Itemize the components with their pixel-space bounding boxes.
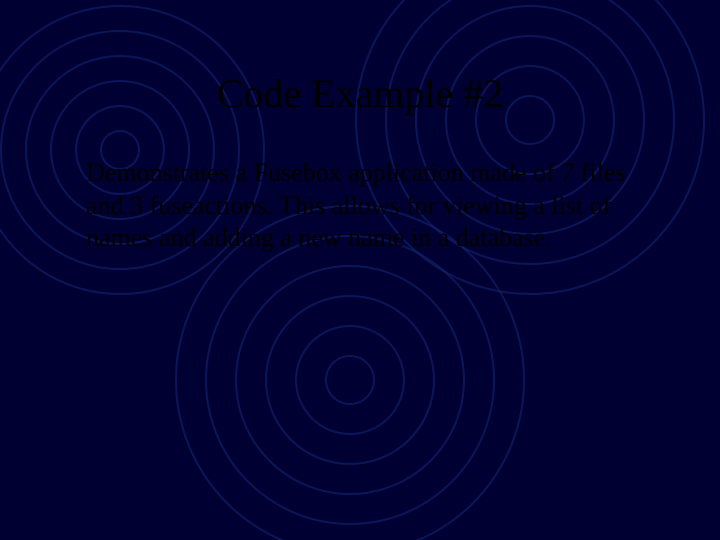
slide-title: Code Example #2 (80, 70, 640, 117)
slide-body-text: Demonstrates a Fusebox application made … (80, 157, 640, 255)
slide-content: Code Example #2 Demonstrates a Fusebox a… (0, 0, 720, 540)
